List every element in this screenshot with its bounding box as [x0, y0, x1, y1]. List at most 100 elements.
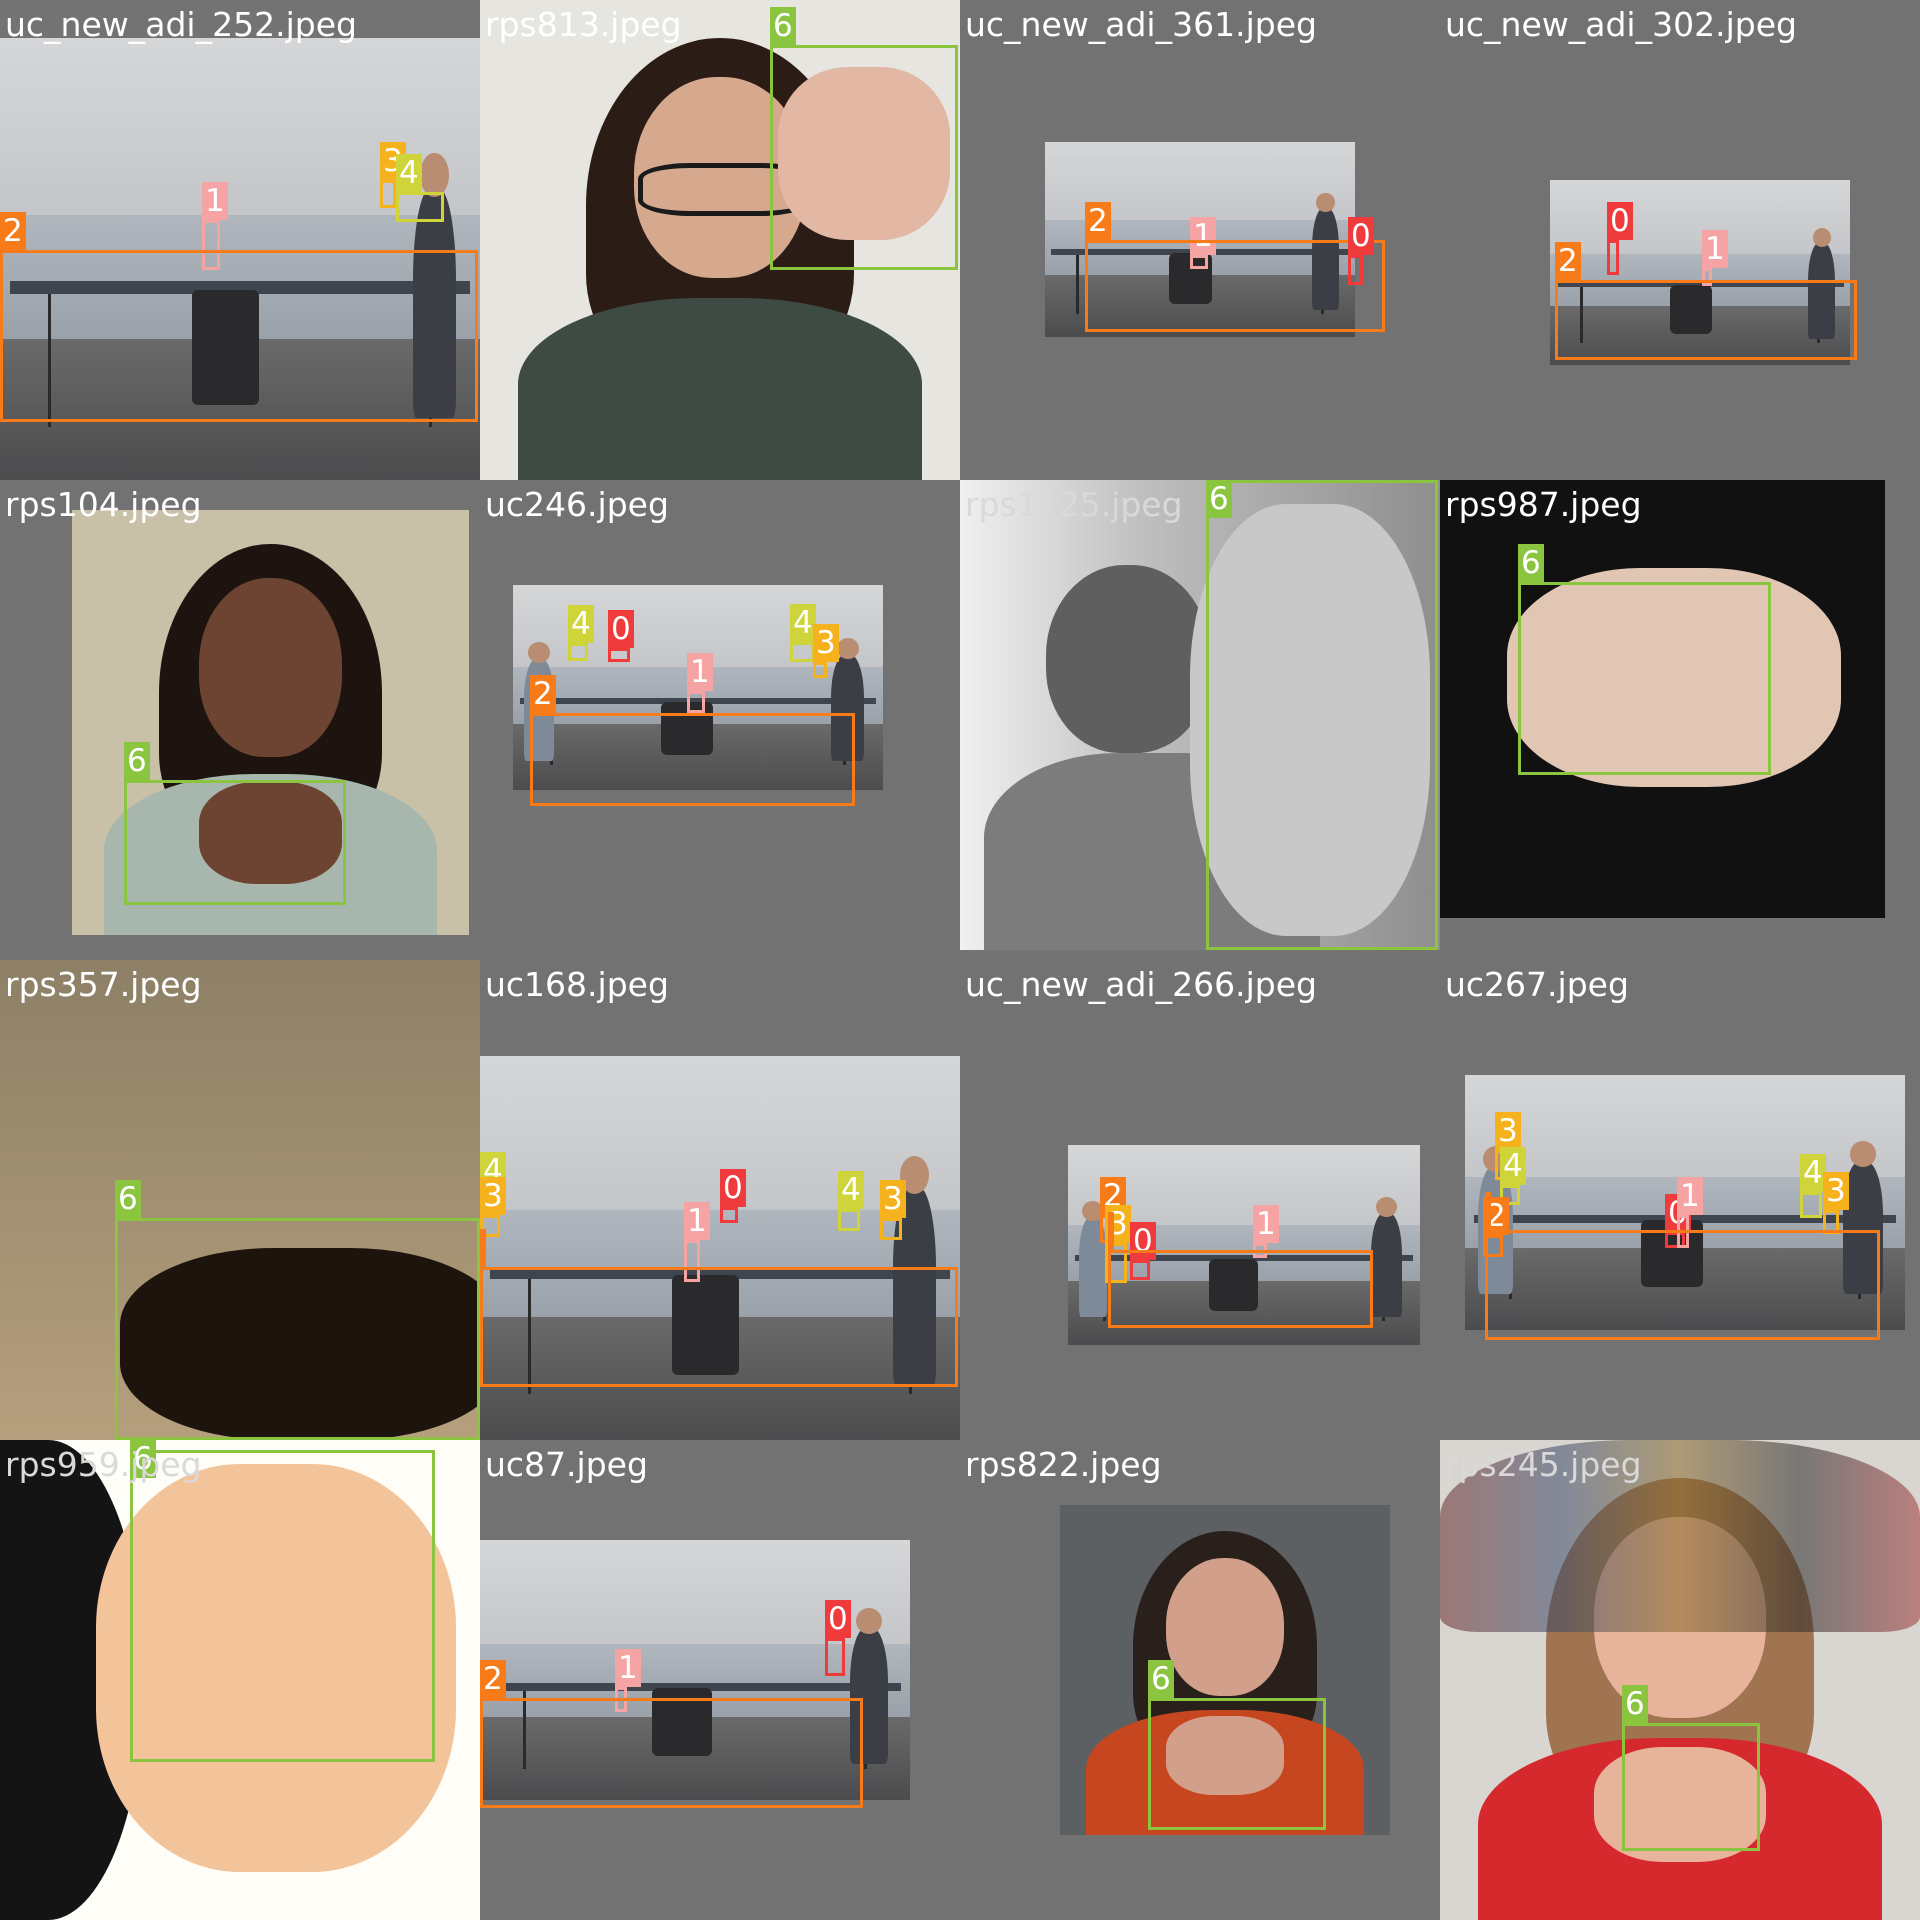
player-head — [1812, 228, 1831, 247]
class-label: 6 — [1148, 1660, 1174, 1698]
bounding-box — [0, 250, 478, 422]
class-label: 6 — [1518, 544, 1544, 582]
bounding-box — [1800, 1192, 1822, 1218]
class-label: 4 — [1500, 1147, 1526, 1185]
class-label: 1 — [1702, 230, 1728, 268]
player-head — [856, 1607, 883, 1634]
image-filename: uc267.jpeg — [1445, 965, 1629, 1004]
image-tile: 6 rps822.jpeg — [960, 1440, 1440, 1920]
player-head — [527, 642, 550, 663]
bounding-box — [380, 180, 396, 208]
class-label: 4 — [790, 604, 816, 642]
class-label: 2 — [480, 1660, 506, 1698]
bounding-box — [813, 662, 827, 678]
bounding-box — [825, 1638, 845, 1676]
class-label: 2 — [1555, 242, 1581, 280]
class-label: 3 — [880, 1180, 906, 1218]
class-label: 1 — [684, 1202, 710, 1240]
image-filename: uc_new_adi_361.jpeg — [965, 5, 1317, 44]
bounding-box — [790, 642, 814, 662]
class-label: 0 — [608, 610, 634, 648]
torso — [518, 297, 922, 480]
class-label: 6 — [1206, 480, 1232, 518]
bounding-box — [1555, 280, 1857, 360]
class-label — [480, 1229, 486, 1267]
class-label: 3 — [480, 1177, 506, 1215]
image-tile: 1 2 3 4 uc_new_adi_252.jpeg — [0, 0, 480, 480]
image-filename: rps813.jpeg — [485, 5, 682, 44]
image-tile: 6 rps959.jpeg — [0, 1440, 480, 1920]
bounding-box — [687, 691, 705, 713]
image-filename: rps104.jpeg — [5, 485, 202, 524]
bounding-box — [880, 1218, 902, 1240]
image-filename: uc168.jpeg — [485, 965, 669, 1004]
image-tile: 6 rps357.jpeg — [0, 960, 480, 1440]
class-label: 2 — [1085, 202, 1111, 240]
class-label: 0 — [1348, 217, 1374, 255]
bounding-box — [1607, 240, 1619, 275]
image-filename: rps357.jpeg — [5, 965, 202, 1004]
player-head — [1850, 1141, 1877, 1167]
image-tile: 6 rps245.jpeg — [1440, 1440, 1920, 1920]
class-label: 1 — [615, 1649, 641, 1687]
bounding-box — [720, 1207, 738, 1223]
class-label: 4 — [838, 1171, 864, 1209]
image-tile: 4 0 1 2 4 3 uc246.jpeg — [480, 480, 960, 960]
class-label: 0 — [825, 1600, 851, 1638]
wall — [1550, 180, 1850, 254]
class-label: 2 — [530, 675, 556, 713]
class-label: 6 — [1622, 1685, 1648, 1723]
image-filename: uc_new_adi_302.jpeg — [1445, 5, 1797, 44]
class-label: 1 — [202, 182, 228, 220]
image-tile: 6 rps1125.jpeg — [960, 480, 1440, 960]
image-tile: 1 2 0 uc_new_adi_361.jpeg — [960, 0, 1440, 480]
class-label: 6 — [115, 1180, 141, 1218]
bounding-box — [1518, 582, 1771, 775]
class-label: 4 — [568, 605, 594, 643]
bounding-box — [568, 643, 588, 661]
bounding-box — [1622, 1723, 1760, 1851]
face — [1046, 564, 1210, 753]
face — [1165, 1557, 1285, 1697]
class-label: 1 — [687, 653, 713, 691]
image-tile: 4 3 0 4 3 1 uc168.jpeg — [480, 960, 960, 1440]
image-filename: rps987.jpeg — [1445, 485, 1642, 524]
class-label: 6 — [770, 7, 796, 45]
bounding-box — [480, 1698, 863, 1808]
player-head — [1316, 192, 1335, 213]
bounding-box — [530, 713, 855, 806]
class-label: 4 — [396, 154, 422, 192]
class-label: 3 — [1495, 1112, 1521, 1150]
bounding-box — [770, 45, 958, 270]
image-filename: uc246.jpeg — [485, 485, 669, 524]
bounding-box — [608, 648, 630, 662]
bounding-box — [124, 780, 346, 905]
image-filename: uc87.jpeg — [485, 1445, 648, 1484]
class-label — [1108, 1212, 1114, 1250]
player-head — [1376, 1197, 1398, 1217]
class-label — [1485, 1192, 1491, 1230]
class-label: 0 — [720, 1169, 746, 1207]
bounding-box — [1485, 1230, 1880, 1340]
bounding-box — [1148, 1698, 1326, 1830]
class-label: 6 — [124, 742, 150, 780]
image-tile: 1 2 0 uc87.jpeg — [480, 1440, 960, 1920]
class-label: 1 — [1253, 1205, 1279, 1243]
bounding-box — [115, 1218, 480, 1440]
bounding-box — [396, 192, 444, 222]
bounding-box — [1085, 240, 1385, 332]
image-tile: 6 rps104.jpeg — [0, 480, 480, 960]
image-filename: rps245.jpeg — [1445, 1445, 1642, 1484]
bounding-box — [1108, 1250, 1373, 1328]
bounding-box — [480, 1267, 958, 1387]
class-label: 3 — [813, 624, 839, 662]
image-mosaic: 1 2 3 4 uc_new_adi_252.jpeg 6 rps813.jpeg 120… — [0, 0, 1920, 1920]
class-label: 1 — [1677, 1177, 1703, 1215]
wall — [1465, 1075, 1905, 1177]
image-tile: 6 rps987.jpeg — [1440, 480, 1920, 960]
image-tile: 0 1 2 uc_new_adi_302.jpeg — [1440, 0, 1920, 480]
image-filename: rps959.jpeg — [5, 1445, 202, 1484]
class-label: 0 — [1607, 202, 1633, 240]
player-head — [836, 638, 859, 659]
image-filename: rps1125.jpeg — [965, 485, 1183, 524]
